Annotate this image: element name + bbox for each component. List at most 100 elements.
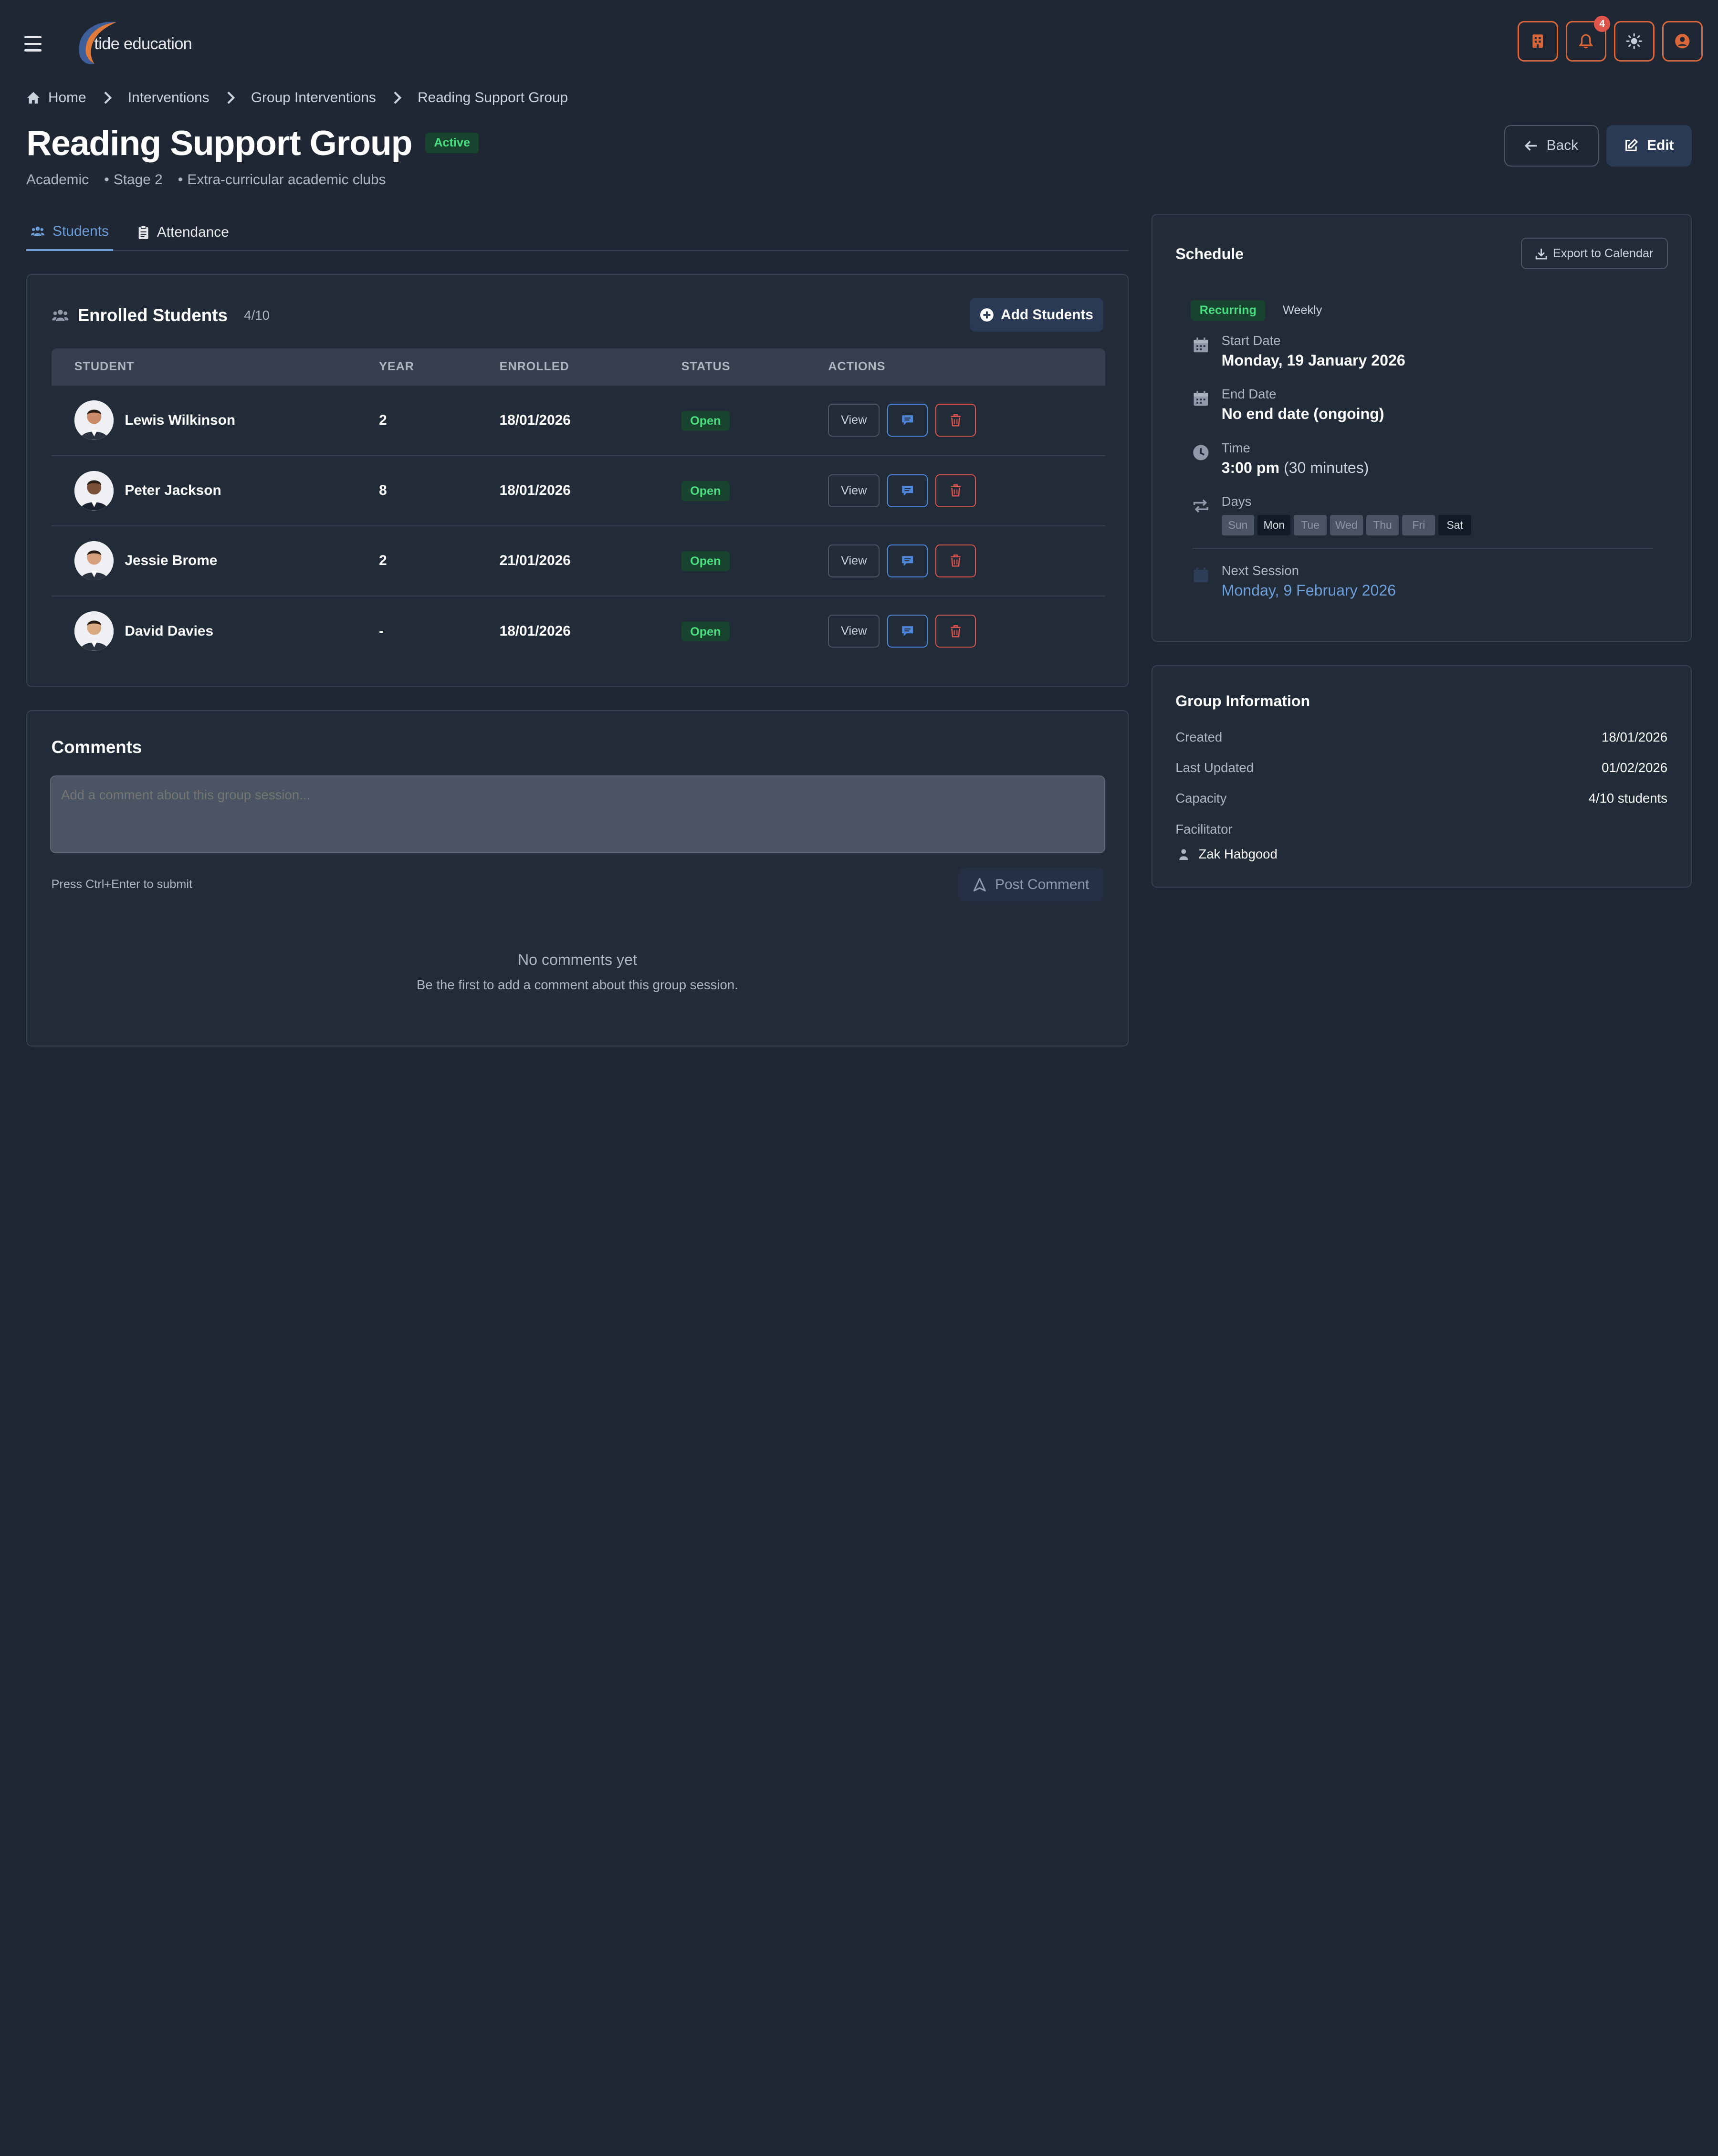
schedule-title: Schedule — [1175, 245, 1244, 262]
capacity-value: 4/10 students — [1588, 791, 1668, 806]
divider — [1192, 547, 1654, 549]
comment-icon — [902, 555, 913, 566]
table-header-row: STUDENT YEAR ENROLLED STATUS ACTIONS — [51, 348, 1106, 386]
time-value: 3:00 pm — [1221, 459, 1280, 476]
start-date-row: Start Date Monday, 19 January 2026 — [1192, 333, 1405, 369]
time-row: Time 3:00 pm (30 minutes) — [1192, 440, 1369, 477]
student-name[interactable]: Jessie Brome — [125, 553, 217, 569]
breadcrumb-interventions[interactable]: Interventions — [128, 90, 210, 106]
tab-attendance[interactable]: Attendance — [133, 214, 233, 251]
student-cell: Peter Jackson — [52, 456, 379, 526]
add-students-button[interactable]: Add Students — [970, 298, 1104, 332]
profile-button[interactable] — [1662, 21, 1703, 62]
delete-button[interactable] — [935, 544, 976, 577]
comment-button[interactable] — [887, 474, 928, 507]
enrolled-date-cell: 21/01/2026 — [499, 553, 571, 569]
end-date-value: No end date (ongoing) — [1221, 405, 1384, 423]
student-name[interactable]: Peter Jackson — [125, 482, 221, 499]
delete-button[interactable] — [935, 615, 976, 648]
comment-button[interactable] — [887, 615, 928, 648]
trash-icon — [951, 555, 961, 567]
status-cell: Open — [681, 596, 828, 666]
theme-toggle-button[interactable] — [1613, 21, 1655, 62]
plus-circle-icon — [980, 308, 994, 322]
view-button[interactable]: View — [828, 404, 880, 437]
schedule-card: Schedule Export to Calendar Recurring We… — [1151, 213, 1692, 642]
notification-badge: 4 — [1593, 15, 1611, 32]
days-list: Sun Mon Tue Wed Thu Fri Sat — [1221, 514, 1471, 536]
trash-icon — [951, 484, 961, 497]
status-badge: Open — [681, 410, 730, 431]
edit-button[interactable]: Edit — [1606, 125, 1692, 167]
year-cell: - — [379, 623, 384, 639]
view-button[interactable]: View — [828, 615, 880, 648]
tab-students[interactable]: Students — [26, 214, 114, 251]
actions-cell: View — [828, 386, 1105, 456]
comment-input[interactable] — [50, 775, 1106, 854]
status-badge: Active — [425, 133, 479, 154]
breadcrumb-home[interactable]: Home — [26, 90, 86, 106]
day-chip-thu: Thu — [1366, 514, 1399, 536]
building-button[interactable] — [1517, 21, 1558, 62]
column-header-actions: ACTIONS — [828, 360, 886, 374]
comments-title: Comments — [51, 737, 142, 757]
arrow-left-icon — [1524, 140, 1537, 151]
chevron-right-icon — [391, 91, 402, 105]
avatar — [74, 611, 114, 651]
post-comment-button[interactable]: Post Comment — [959, 868, 1104, 902]
repeat-icon — [1193, 499, 1208, 513]
status-badge: Open — [681, 551, 730, 572]
day-chip-sun: Sun — [1221, 514, 1255, 536]
next-session-row: Next Session Monday, 9 February 2026 — [1192, 563, 1396, 599]
comment-button[interactable] — [887, 404, 928, 437]
student-name[interactable]: Lewis Wilkinson — [125, 412, 235, 429]
avatar — [74, 541, 114, 581]
breadcrumb-group-interventions[interactable]: Group Interventions — [251, 90, 376, 106]
logo[interactable]: tide education — [73, 18, 204, 68]
breadcrumb: Home Interventions Group Interventions R… — [26, 90, 568, 106]
status-cell: Open — [681, 526, 828, 596]
column-header-student: STUDENT — [74, 360, 135, 374]
hamburger-menu-icon[interactable] — [24, 36, 42, 52]
meta-stage: • Stage 2 — [104, 172, 163, 188]
enrolled-date-cell: 18/01/2026 — [499, 623, 571, 639]
export-calendar-button[interactable]: Export to Calendar — [1521, 237, 1668, 270]
table-row: Jessie Brome 2 21/01/2026 Open View — [51, 526, 1106, 596]
empty-comments-text: Be the first to add a comment about this… — [417, 977, 738, 992]
actions-cell: View — [828, 456, 1105, 526]
start-date-value: Monday, 19 January 2026 — [1221, 351, 1405, 369]
bell-icon — [1579, 34, 1593, 49]
view-button[interactable]: View — [828, 474, 880, 507]
home-icon — [27, 92, 40, 104]
delete-button[interactable] — [935, 474, 976, 507]
day-chip-fri: Fri — [1402, 514, 1435, 536]
view-button[interactable]: View — [828, 544, 880, 577]
recurring-badge: Recurring — [1191, 300, 1266, 321]
students-table: STUDENT YEAR ENROLLED STATUS ACTIONS Lew… — [51, 348, 1106, 666]
clock-icon — [1193, 444, 1209, 460]
capacity-row: Capacity 4/10 students — [1175, 791, 1668, 806]
actions-cell: View — [828, 596, 1105, 666]
comment-button[interactable] — [887, 544, 928, 577]
download-icon — [1535, 248, 1547, 260]
delete-button[interactable] — [935, 404, 976, 437]
notifications-button[interactable]: 4 — [1565, 15, 1611, 62]
facilitator: Zak Habgood — [1179, 847, 1278, 862]
facilitator-name: Zak Habgood — [1198, 847, 1278, 862]
clipboard-icon — [138, 225, 148, 239]
user-circle-icon — [1675, 34, 1690, 49]
page-meta: Academic • Stage 2 • Extra-curricular acad… — [26, 172, 386, 188]
edit-icon — [1625, 139, 1638, 152]
calendar-icon — [1194, 391, 1208, 406]
breadcrumb-current: Reading Support Group — [418, 90, 568, 106]
users-icon — [31, 226, 45, 236]
logo-text: tide education — [94, 35, 192, 53]
chevron-right-icon — [102, 91, 113, 105]
table-row: Peter Jackson 8 18/01/2026 Open View — [51, 456, 1106, 526]
last-updated-value: 01/02/2026 — [1602, 760, 1668, 775]
back-button[interactable]: Back — [1504, 125, 1599, 167]
year-cell: 2 — [379, 553, 387, 569]
column-header-status: STATUS — [681, 360, 731, 374]
meta-category: Academic — [26, 172, 89, 188]
student-name[interactable]: David Davies — [125, 623, 213, 639]
